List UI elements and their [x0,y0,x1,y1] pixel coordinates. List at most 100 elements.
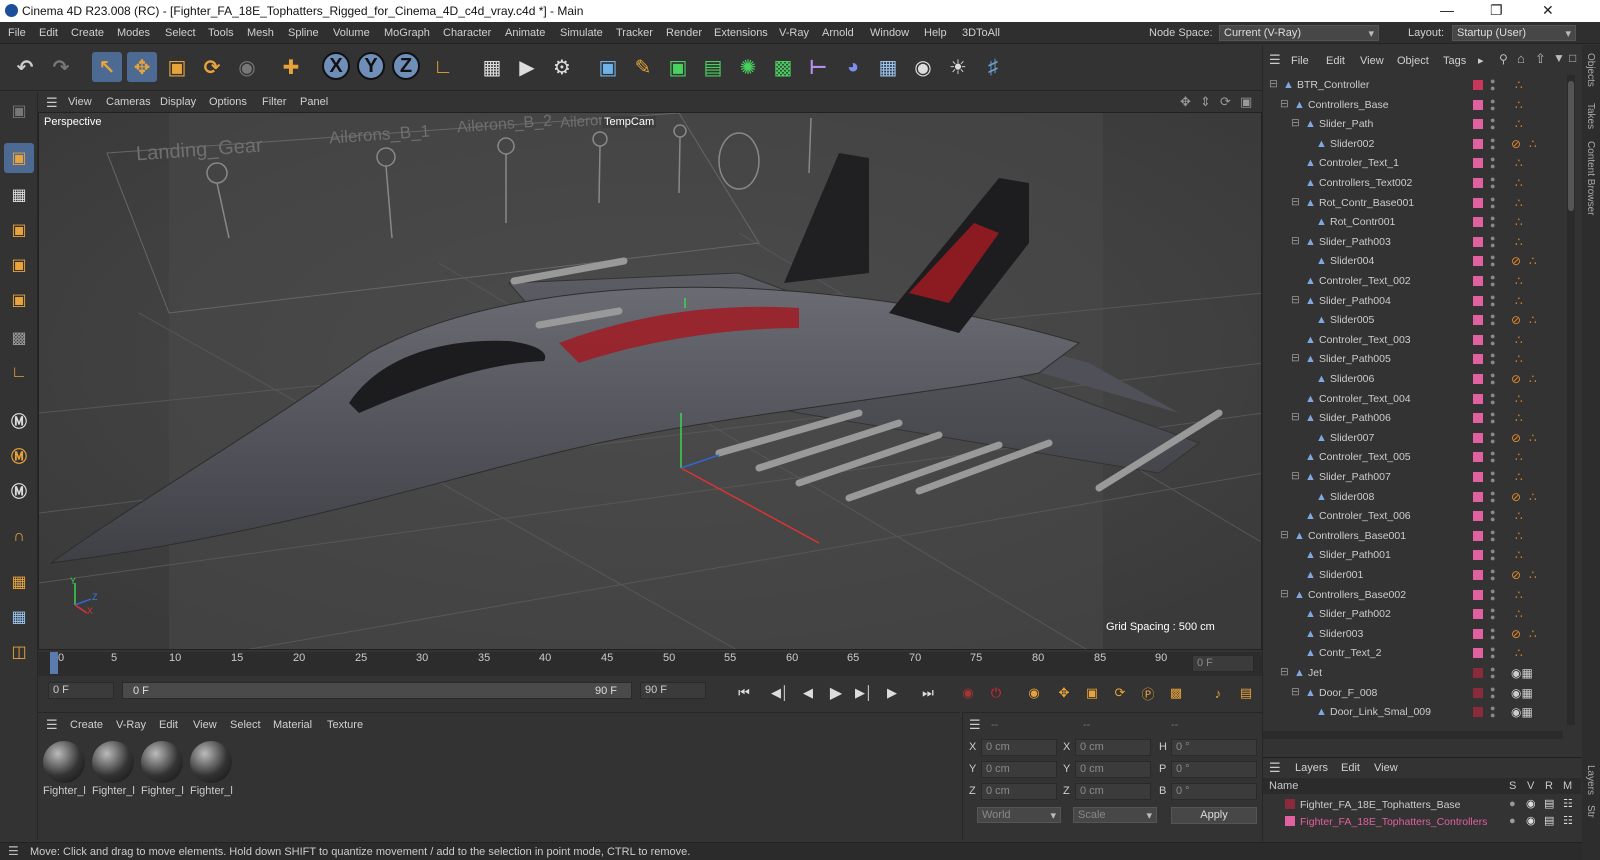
deformer-icon[interactable]: ⊢ [803,52,833,82]
object-row[interactable]: ▲ Slider_Path002 ● ● ∴ [1263,604,1563,624]
xpresso-tag-icon[interactable]: ∴ [1515,411,1523,425]
expand-toggle-icon[interactable]: ⊟ [1291,686,1300,698]
xpresso-tag-icon[interactable]: ∴ [1515,98,1523,112]
layer-solo-icon[interactable]: ● [1509,815,1516,827]
tab-objects[interactable]: Objects [1585,53,1596,87]
size-x-field[interactable]: 0 cm [1075,739,1151,756]
object-scrollbar[interactable] [1567,75,1575,725]
layer-color-box[interactable] [1473,276,1483,286]
render-region-icon[interactable]: ▦ [477,52,507,82]
expand-toggle-icon[interactable]: ⊟ [1280,529,1289,541]
mat-menu-view[interactable]: View [193,719,217,731]
layer-color-swatch[interactable] [1285,799,1295,809]
cloner-icon[interactable]: ✺ [733,52,763,82]
locked-workplane-icon[interactable]: ▦ [4,602,34,632]
home-icon[interactable]: ⌂ [1517,51,1525,66]
object-name[interactable]: Controler_Text_005 [1319,451,1411,463]
key-position-icon[interactable]: ✥ [1053,682,1075,704]
object-name[interactable]: Slider007 [1330,432,1374,444]
visibility-dots-icon[interactable]: ● ● [1490,351,1495,367]
tab-takes[interactable]: Takes [1585,103,1596,129]
visibility-dots-icon[interactable]: ● ● [1490,704,1495,720]
object-name[interactable]: Door_Link_Smal_009 [1330,706,1431,718]
xpresso-tag-icon[interactable]: ∴ [1515,333,1523,347]
recent-tool-icon[interactable]: ◉ [232,52,262,82]
object-name[interactable]: Slider008 [1330,491,1374,503]
visibility-dots-icon[interactable]: ● ● [1490,371,1495,387]
object-name[interactable]: Slider005 [1330,314,1374,326]
object-row[interactable]: ▲ Controler_Text_006 ● ● ∴ [1263,506,1563,526]
object-row[interactable]: ⊟ ▲ Controllers_Base001 ● ● ∴ [1263,526,1563,546]
object-name[interactable]: Slider_Path002 [1319,608,1391,620]
vp-menu-display[interactable]: Display [160,96,196,108]
object-row[interactable]: ⊟ ▲ Slider_Path005 ● ● ∴ [1263,349,1563,369]
current-frame-field[interactable]: 0 F [1192,655,1254,672]
visibility-dots-icon[interactable]: ● ● [1490,665,1495,681]
subdivision-icon[interactable]: ▣ [663,52,693,82]
grid-icon[interactable]: ▦ [4,567,34,597]
object-row[interactable]: ▲ Slider006 ● ● ⊘ ∴ [1263,369,1563,389]
object-row[interactable]: ▲ Slider007 ● ● ⊘ ∴ [1263,428,1563,448]
object-row[interactable]: ⊟ ▲ Controllers_Base002 ● ● ∴ [1263,585,1563,605]
object-name[interactable]: Controllers_Base [1308,99,1389,111]
material-tag-icon[interactable]: ◉▦ [1511,705,1533,719]
object-name[interactable]: Slider_Path004 [1319,295,1391,307]
rotation-b-field[interactable]: 0 ° [1171,783,1257,800]
prev-frame-icon[interactable]: ◀ [797,682,819,704]
visibility-dots-icon[interactable]: ● ● [1490,77,1495,93]
object-row[interactable]: ▲ Controler_Text_1 ● ● ∴ [1263,153,1563,173]
next-frame-icon[interactable]: ▶│ [853,682,875,704]
axis-x-lock[interactable]: X [322,52,350,80]
layer-hamburger-icon[interactable]: ☰ [1269,760,1281,776]
layer-color-box[interactable] [1473,217,1483,228]
object-hscrollbar[interactable] [1263,731,1563,739]
layer-solo-icon[interactable]: ● [1509,798,1516,810]
object-name[interactable]: BTR_Controller [1297,79,1369,91]
layer-color-box[interactable] [1473,295,1483,306]
layer-color-box[interactable] [1473,491,1483,502]
coord-mode-select[interactable]: Scale [1073,807,1157,823]
object-row[interactable]: ⊟ ▲ Slider_Path ● ● ∴ [1263,114,1563,134]
object-name[interactable]: Controler_Text_1 [1319,157,1399,169]
object-name[interactable]: Slider004 [1330,255,1374,267]
xpresso-tag-icon[interactable]: ∴ [1515,156,1523,170]
end-frame-field[interactable]: 90 F [640,682,706,699]
xpresso-tag-icon[interactable]: ∴ [1515,352,1523,366]
status-hamburger-icon[interactable]: ☰ [8,844,19,858]
expand-toggle-icon[interactable]: ⊟ [1291,196,1300,208]
xpresso-tag-icon[interactable]: ∴ [1529,431,1537,445]
layer-color-box[interactable] [1473,354,1483,365]
visibility-dots-icon[interactable]: ● ● [1490,625,1495,641]
mat-menu-texture[interactable]: Texture [327,719,363,731]
material-tag-icon[interactable]: ◉▦ [1511,686,1533,700]
xpresso-tag-icon[interactable]: ∴ [1515,215,1523,229]
layer-color-box[interactable] [1473,119,1483,130]
layer-color-box[interactable] [1473,374,1483,384]
object-name[interactable]: Slider_Path005 [1319,353,1391,365]
visibility-dots-icon[interactable]: ● ● [1490,194,1495,210]
make-editable-icon[interactable]: ▣ [4,96,34,126]
layer-menu-layers[interactable]: Layers [1295,762,1328,774]
transform-tool-icon[interactable]: ✚ [276,52,306,82]
menu-3dtoall[interactable]: 3DToAll [962,27,1000,39]
xpresso-tag-icon[interactable]: ∴ [1515,274,1523,288]
protection-tag-icon[interactable]: ⊘ [1511,137,1521,151]
coordinate-system-icon[interactable]: ∟ [428,52,458,82]
visibility-dots-icon[interactable]: ● ● [1490,410,1495,426]
layer-render-icon[interactable]: ▤ [1544,797,1554,810]
xpresso-tag-icon[interactable]: ∴ [1529,254,1537,268]
node-space-select[interactable]: Current (V-Ray) [1219,25,1379,41]
maximize-button[interactable]: ❐ [1490,2,1503,19]
key-rotation-icon[interactable]: ⟳ [1109,682,1131,704]
coord-space-select[interactable]: World [977,807,1061,823]
material-swatch[interactable]: Fighter_l [140,741,184,797]
extrude-icon[interactable]: ▤ [698,52,728,82]
playhead[interactable] [50,652,58,674]
layer-menu-view[interactable]: View [1374,762,1398,774]
goto-start-icon[interactable]: ⏮ [733,682,755,704]
layer-color-box[interactable] [1473,315,1483,326]
mat-menu-material[interactable]: Material [273,719,312,731]
layer-row[interactable]: Fighter_FA_18E_Tophatters_Controllers ● … [1263,813,1581,830]
prev-key-icon[interactable]: ◀│ [769,682,791,704]
layer-manager-icon[interactable]: ☷ [1563,814,1573,827]
